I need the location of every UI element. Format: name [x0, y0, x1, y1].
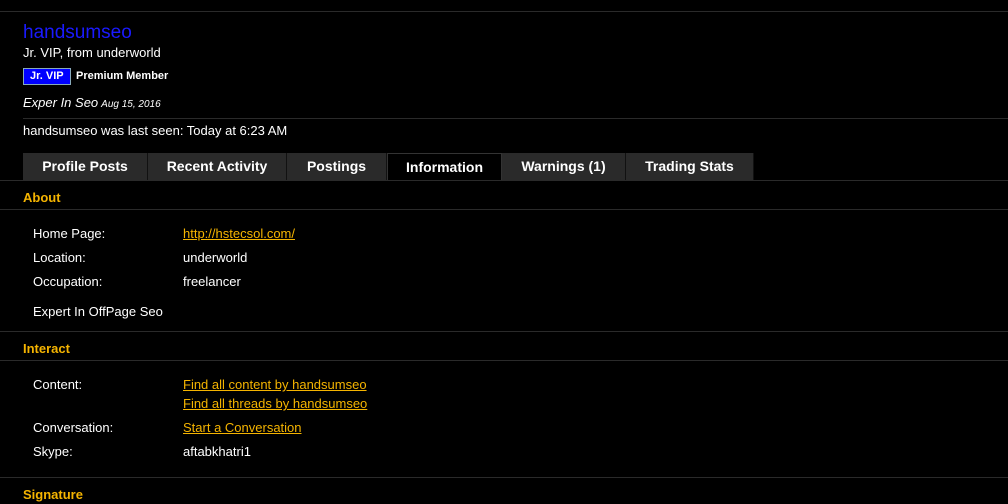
location-label: Location: — [33, 250, 86, 265]
about-divider — [0, 209, 1008, 210]
premium-member-label: Premium Member — [76, 70, 169, 82]
tab-profile-posts[interactable]: Profile Posts — [23, 153, 148, 181]
homepage-link[interactable]: http://hstecsol.com/ — [183, 227, 295, 241]
start-conversation-link[interactable]: Start a Conversation — [183, 421, 302, 435]
conversation-label: Conversation: — [33, 420, 114, 435]
interact-heading: Interact — [23, 341, 70, 356]
occupation-label: Occupation: — [33, 274, 103, 289]
section-divider — [0, 331, 1008, 332]
skype-value: aftabkhatri1 — [183, 444, 251, 459]
tab-postings[interactable]: Postings — [287, 153, 387, 181]
profile-status: Exper In Seo Aug 15, 2016 — [23, 96, 161, 112]
section-divider — [0, 477, 1008, 478]
tab-recent-activity[interactable]: Recent Activity — [148, 153, 287, 181]
skype-label: Skype: — [33, 444, 73, 459]
status-date: Aug 15, 2016 — [101, 99, 161, 110]
signature-heading: Signature — [23, 487, 83, 502]
about-heading: About — [23, 190, 61, 205]
occupation-value: freelancer — [183, 274, 241, 289]
status-text: Exper In Seo — [23, 95, 99, 110]
interact-divider — [0, 360, 1008, 361]
profile-tabs: Profile Posts Recent Activity Postings I… — [23, 153, 754, 181]
tab-information[interactable]: Information — [387, 153, 502, 181]
top-divider — [0, 11, 1008, 12]
find-all-threads-link[interactable]: Find all threads by handsumseo — [183, 397, 367, 411]
tab-trading-stats[interactable]: Trading Stats — [626, 153, 754, 181]
profile-user-title: Jr. VIP, from underworld — [23, 45, 161, 60]
about-bio: Expert In OffPage Seo — [33, 304, 163, 319]
profile-username[interactable]: handsumseo — [23, 23, 132, 43]
content-label: Content: — [33, 377, 83, 392]
location-value: underworld — [183, 250, 248, 265]
tab-bar-divider — [0, 180, 1008, 181]
divider — [23, 118, 1008, 119]
last-seen: handsumseo was last seen: Today at 6:23 … — [23, 123, 288, 138]
tab-warnings[interactable]: Warnings (1) — [502, 153, 626, 181]
homepage-label: Home Page: — [33, 226, 106, 241]
find-all-content-link[interactable]: Find all content by handsumseo — [183, 378, 367, 392]
vip-badge: Jr. VIP — [23, 68, 71, 85]
